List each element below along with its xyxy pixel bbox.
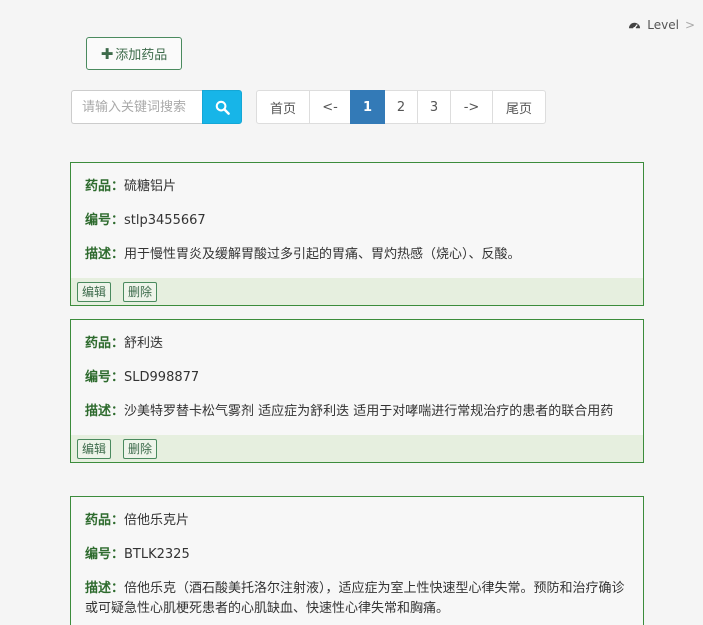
drug-code-label: 编号： [85,370,125,385]
search-input[interactable] [71,90,202,124]
dashboard-gauge-icon [629,22,641,30]
drug-desc: 倍他乐克（酒石酸美托洛尔注射液），适应症为室上性快速型心律失常。预防和治疗确诊或… [85,581,625,616]
drug-desc: 用于慢性胃炎及缓解胃酸过多引起的胃痛、胃灼热感（烧心）、反酸。 [124,247,521,262]
search-button[interactable] [202,90,242,124]
pagination: 首页 <- 1 2 3 -> 尾页 [256,90,546,124]
drug-desc-label: 描述： [85,247,125,262]
delete-button[interactable]: 删除 [123,438,158,459]
page-first[interactable]: 首页 [256,90,310,124]
breadcrumb-level[interactable]: Level [647,18,679,32]
drug-code: stlp3455667 [124,213,206,228]
add-drug-button[interactable]: ✚ 添加药品 [86,37,182,70]
page-2[interactable]: 2 [384,90,418,124]
page-last[interactable]: 尾页 [492,90,546,124]
drug-name-label: 药品： [85,513,125,528]
drug-code: BTLK2325 [124,547,190,562]
drug-code: SLD998877 [124,370,200,385]
add-drug-label: 添加药品 [115,48,168,63]
drug-name-label: 药品： [85,179,125,194]
page-next[interactable]: -> [450,90,493,124]
page-3[interactable]: 3 [417,90,451,124]
drug-code-label: 编号： [85,547,125,562]
search-group [71,90,242,124]
drug-desc-label: 描述： [85,404,125,419]
drug-name-label: 药品： [85,336,125,351]
page-prev[interactable]: <- [309,90,351,124]
drug-name: 倍他乐克片 [124,513,190,528]
drug-code-label: 编号： [85,213,125,228]
drug-desc-label: 描述： [85,581,125,596]
card-footer: 编辑 删除 [71,435,643,462]
edit-button[interactable]: 编辑 [77,281,112,302]
edit-button[interactable]: 编辑 [77,438,112,459]
drug-card: 药品：硫糖铝片 编号：stlp3455667 描述：用于慢性胃炎及缓解胃酸过多引… [70,162,644,306]
search-icon [215,100,230,115]
breadcrumb: Level > [628,18,695,32]
delete-button[interactable]: 删除 [123,281,158,302]
page-1[interactable]: 1 [350,90,385,124]
breadcrumb-separator: > [684,18,695,32]
drug-name: 舒利迭 [124,336,164,351]
card-footer: 编辑 删除 [71,278,643,305]
plus-icon: ✚ [100,44,114,63]
drug-desc: 沙美特罗替卡松气雾剂 适应症为舒利迭 适用于对哮喘进行常规治疗的患者的联合用药 [124,404,614,419]
drug-name: 硫糖铝片 [124,179,177,194]
drug-card: 药品：倍他乐克片 编号：BTLK2325 描述：倍他乐克（酒石酸美托洛尔注射液）… [70,496,644,625]
drug-card: 药品：舒利迭 编号：SLD998877 描述：沙美特罗替卡松气雾剂 适应症为舒利… [70,319,644,463]
